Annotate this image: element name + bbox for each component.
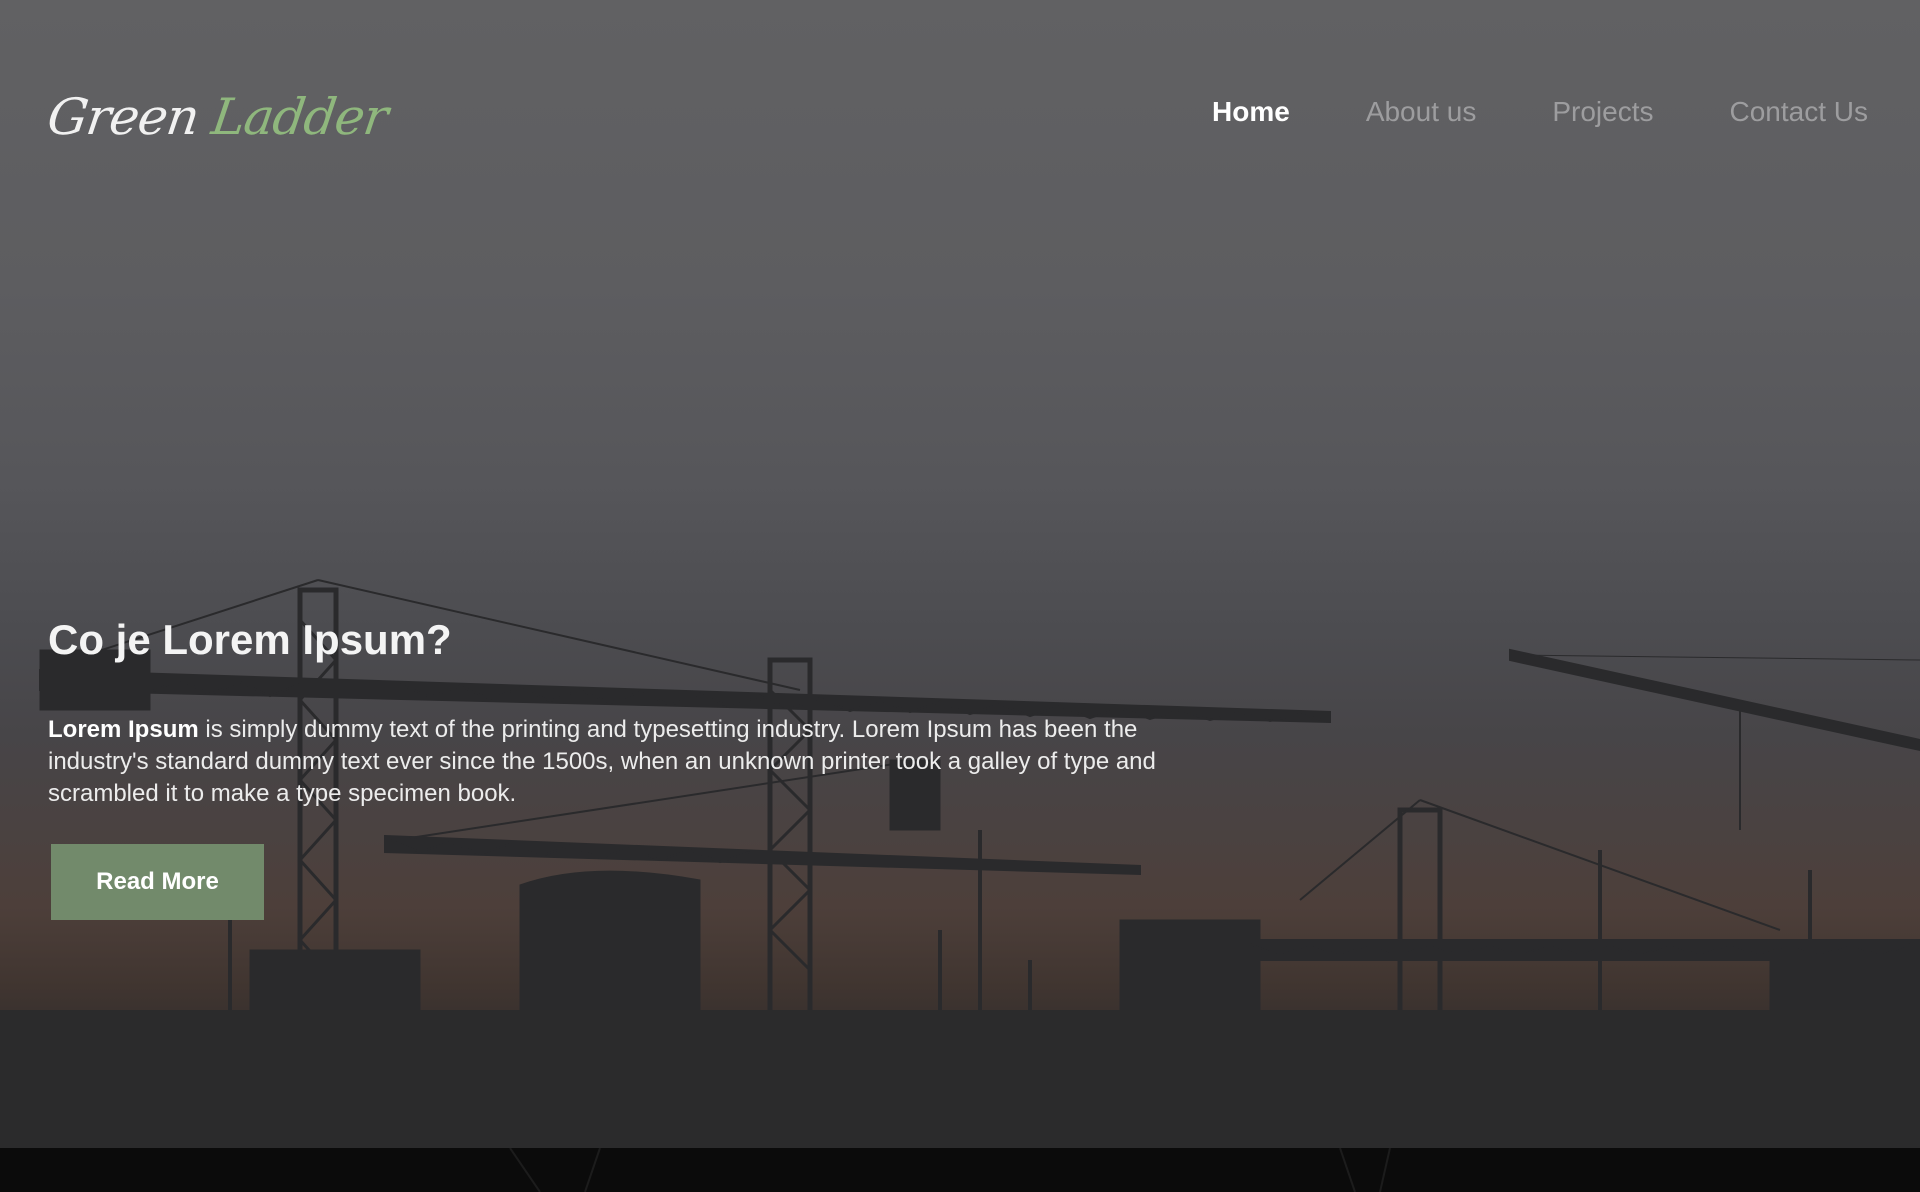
hero-text: Lorem Ipsum is simply dummy text of the … bbox=[48, 714, 1168, 810]
next-section-pattern bbox=[509, 1148, 1391, 1192]
hero-title: Co je Lorem Ipsum? bbox=[48, 616, 452, 663]
nav-home[interactable]: Home bbox=[1212, 92, 1290, 132]
hero-section: Green Ladder Home About us Projects Cont… bbox=[0, 0, 1920, 1148]
nav-projects[interactable]: Projects bbox=[1552, 92, 1653, 132]
logo-word-1: Green bbox=[43, 88, 203, 146]
page: Green Ladder Home About us Projects Cont… bbox=[0, 0, 1920, 1192]
hero-text-bold: Lorem Ipsum bbox=[48, 716, 199, 743]
construction-cranes-silhouette bbox=[0, 579, 1920, 1148]
logo-word-2: Ladder bbox=[208, 88, 391, 146]
nav-contact-us[interactable]: Contact Us bbox=[1730, 92, 1869, 132]
logo[interactable]: Green Ladder bbox=[43, 82, 392, 152]
next-section-edge bbox=[0, 1148, 1920, 1192]
main-nav: Home About us Projects Contact Us bbox=[1136, 92, 1868, 132]
nav-about-us[interactable]: About us bbox=[1366, 92, 1477, 132]
hero-text-rest: is simply dummy text of the printing and… bbox=[48, 716, 1156, 807]
read-more-button[interactable]: Read More bbox=[51, 844, 264, 920]
